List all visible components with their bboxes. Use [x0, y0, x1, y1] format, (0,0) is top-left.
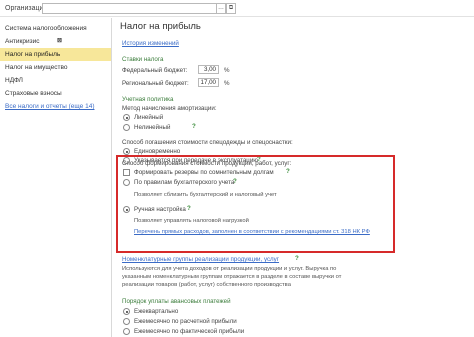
organization-open-icon[interactable]: ⧉: [226, 3, 236, 14]
workwear-once-label: Единовременно: [134, 148, 181, 155]
amortization-method-label: Метод начисления амортизации:: [122, 105, 217, 112]
help-icon[interactable]: ?: [192, 123, 196, 130]
organization-bar: Организация: … ⧉: [0, 0, 474, 17]
federal-percent-sign: %: [224, 67, 230, 74]
workwear-label: Способ погашения стоимости спецодежды и …: [122, 139, 293, 146]
nomenclature-desc-line: указанным номенклатурным группам отражае…: [122, 274, 342, 280]
sidebar-item-tax-system[interactable]: Система налогообложения: [0, 22, 111, 35]
help-icon[interactable]: ?: [187, 205, 191, 212]
sidebar-item-label: Налог на прибыль: [5, 51, 61, 58]
cost-formation-label: Способ формирования стоимости продукции,…: [122, 160, 292, 167]
sidebar-item-label: Налог на имущество: [5, 64, 68, 71]
federal-rate-input[interactable]: 3,00: [198, 65, 219, 74]
rates-section-title: Ставки налога: [122, 56, 164, 63]
sidebar-item-label: НДФЛ: [5, 77, 23, 84]
page-title: Налог на прибыль: [120, 21, 201, 32]
amortization-nonlinear-radio[interactable]: [123, 124, 130, 131]
sidebar-item-label: Страховые взносы: [5, 90, 62, 97]
help-icon[interactable]: ?: [295, 255, 299, 262]
help-icon[interactable]: ?: [233, 178, 237, 185]
direct-costs-link[interactable]: Перечень прямых расходов, заполнен в соо…: [134, 229, 370, 235]
payment-quarterly-label: Ежеквартально: [134, 308, 179, 315]
sidebar-item-profit-tax[interactable]: Налог на прибыль: [0, 48, 111, 61]
nomenclature-desc-line: реализации товаров (работ, услуг) собств…: [122, 282, 291, 288]
sidebar-item-property-tax[interactable]: Налог на имущество: [0, 61, 111, 74]
sidebar: Система налогообложения Антикризис ⊠ Нало…: [0, 18, 112, 337]
sidebar-item-all-taxes[interactable]: Все налоги и отчеты (еще 14): [0, 100, 111, 113]
amortization-linear-radio[interactable]: [123, 114, 130, 121]
cost-formation-highlight: [116, 155, 395, 253]
cost-manual-label: Ручная настройка: [134, 206, 186, 213]
organization-dropdown-button[interactable]: …: [217, 3, 226, 14]
payment-monthly-actual-radio[interactable]: [123, 328, 130, 335]
new-badge-icon: ⊠: [57, 38, 63, 44]
cost-by-rules-hint: Позволяет сблизить бухгалтерский и налог…: [134, 192, 277, 198]
payments-section-title: Порядок уплаты авансовых платежей: [122, 298, 231, 305]
amortization-nonlinear-label: Нелинейный: [134, 124, 171, 131]
sidebar-item-label: Система налогообложения: [5, 25, 87, 32]
nomenclature-desc-line: Используются для учета доходов от реализ…: [122, 266, 337, 272]
main-panel: Налог на прибыль История изменений Ставк…: [113, 18, 474, 337]
cost-manual-radio[interactable]: [123, 206, 130, 213]
sidebar-item-insurance[interactable]: Страховые взносы: [0, 87, 111, 100]
federal-rate-label: Федеральный бюджет:: [122, 67, 188, 74]
sidebar-item-label: Антикризис: [5, 38, 40, 45]
payment-monthly-calc-label: Ежемесячно по расчетной прибыли: [134, 318, 237, 325]
workwear-once-radio[interactable]: [123, 148, 130, 155]
payment-monthly-calc-radio[interactable]: [123, 318, 130, 325]
sidebar-item-label: Все налоги и отчеты (еще 14): [5, 103, 95, 110]
nomenclature-groups-link[interactable]: Номенклатурные группы реализации продукц…: [122, 256, 279, 263]
regional-percent-sign: %: [224, 80, 230, 87]
history-link[interactable]: История изменений: [122, 40, 179, 47]
sidebar-item-anticrisis[interactable]: Антикризис ⊠: [0, 35, 111, 48]
sidebar-item-ndfl[interactable]: НДФЛ: [0, 74, 111, 87]
regional-rate-label: Региональный бюджет:: [122, 80, 189, 87]
organization-input[interactable]: [42, 3, 217, 14]
cost-by-rules-label: По правилам бухгалтерского учета: [134, 179, 235, 186]
cost-by-rules-radio[interactable]: [123, 179, 130, 186]
regional-rate-input[interactable]: 17,00: [198, 78, 219, 87]
cost-manual-hint: Позволяет управлять налоговой нагрузкой: [134, 218, 249, 224]
policy-section-title: Учетная политика: [122, 96, 174, 103]
payment-quarterly-radio[interactable]: [123, 308, 130, 315]
payment-monthly-actual-label: Ежемесячно по фактической прибыли: [134, 328, 245, 335]
amortization-linear-label: Линейный: [134, 114, 164, 121]
